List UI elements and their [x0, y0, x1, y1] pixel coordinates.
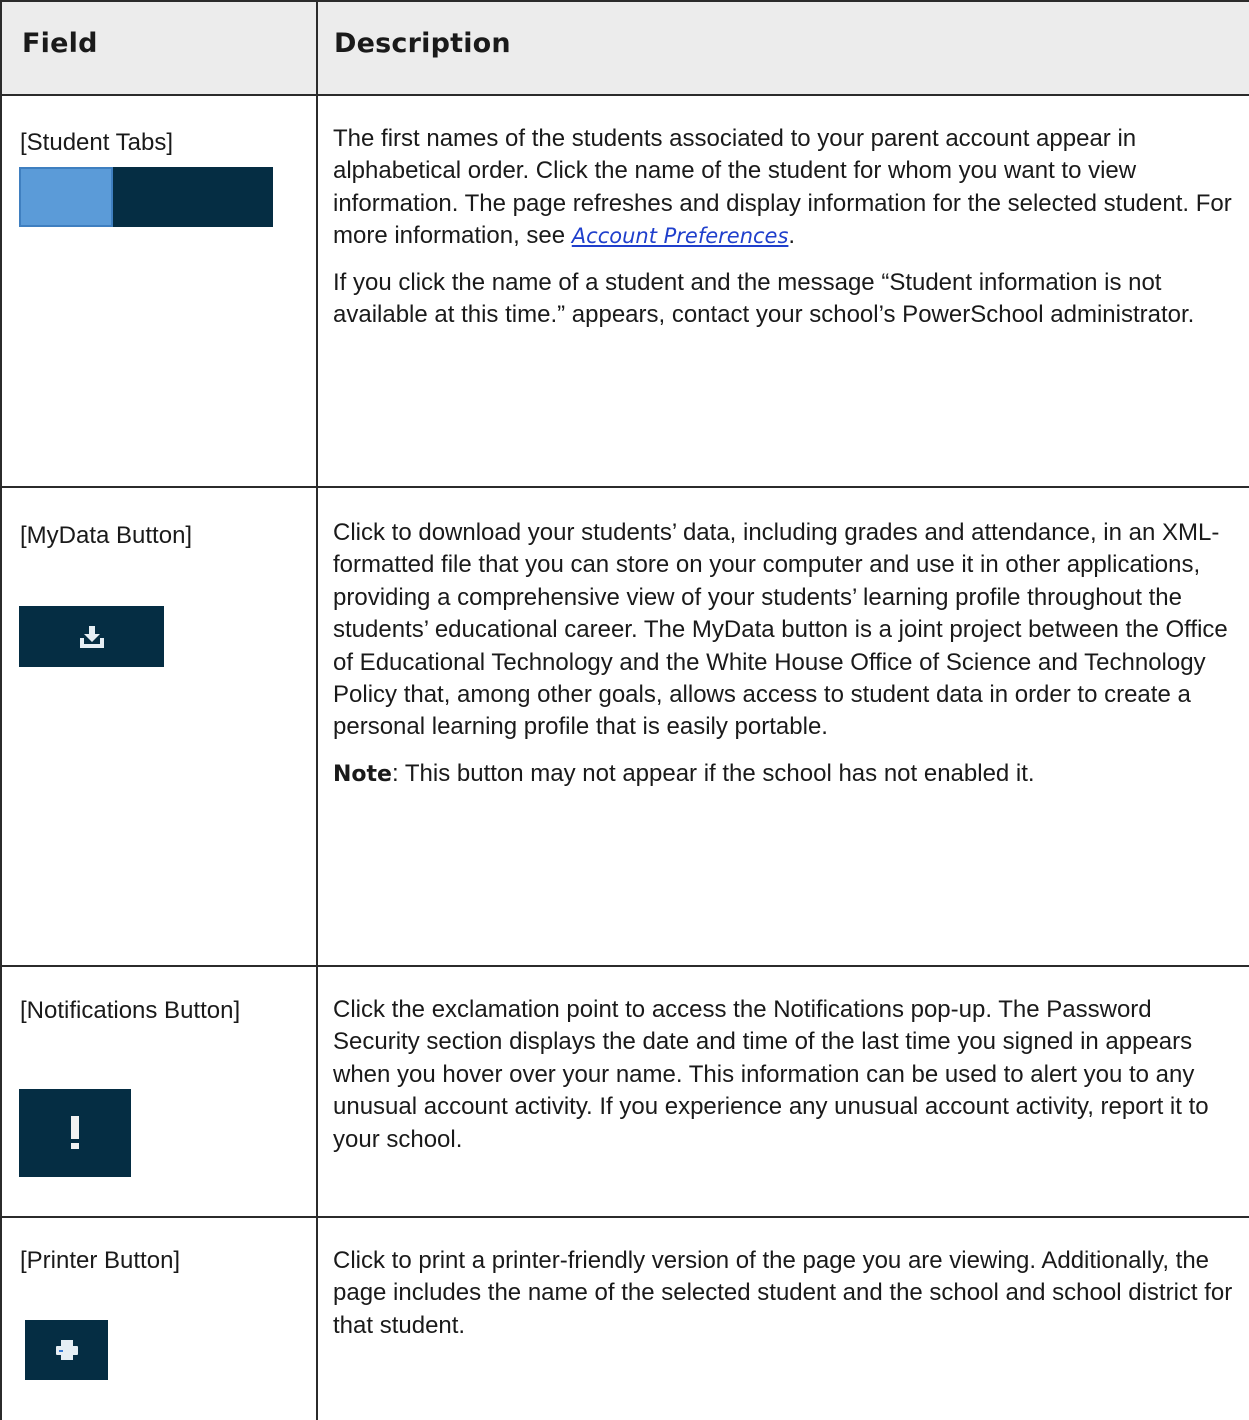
- note-text: : This button may not appear if the scho…: [391, 759, 1035, 787]
- paragraph: Click to print a printer-friendly versio…: [333, 1247, 1233, 1339]
- download-icon: [79, 625, 104, 648]
- field-notifications-button: [Notifications Button]: [20, 997, 241, 1024]
- row-divider: [0, 486, 1249, 488]
- note-paragraph: Note: This button may not appear if the …: [333, 758, 1233, 791]
- mydata-button-thumbnail: [19, 606, 164, 667]
- field-description-table: Field Description [Student Tabs] The fir…: [0, 0, 1249, 1420]
- exclamation-icon: [71, 1116, 79, 1149]
- paragraph: Click to download your students’ data, i…: [333, 519, 1228, 741]
- table-border-top: [0, 0, 1249, 2]
- table-border-left: [0, 0, 2, 1420]
- header-field: Field: [22, 28, 98, 59]
- paragraph: If you click the name of a student and t…: [333, 268, 1195, 329]
- header-description: Description: [334, 28, 511, 59]
- paragraph: The first names of the students associat…: [333, 123, 1233, 253]
- paragraph: Click the exclamation point to access th…: [333, 996, 1209, 1153]
- field-mydata-button: [MyData Button]: [20, 522, 193, 549]
- printer-icon: [55, 1340, 78, 1360]
- note-label: Note: [333, 761, 392, 787]
- description-notifications-button: Click the exclamation point to access th…: [333, 994, 1233, 1156]
- description-mydata-button: Click to download your students’ data, i…: [333, 517, 1233, 791]
- column-divider: [316, 0, 318, 1420]
- table-header: [0, 0, 1249, 94]
- notifications-button-thumbnail: [19, 1089, 131, 1177]
- account-preferences-link[interactable]: Account Preferences: [572, 224, 789, 248]
- row-divider: [0, 965, 1249, 967]
- field-printer-button: [Printer Button]: [20, 1247, 181, 1274]
- row-divider: [0, 1216, 1249, 1218]
- field-student-tabs: [Student Tabs]: [20, 129, 173, 156]
- description-student-tabs: The first names of the students associat…: [333, 123, 1233, 331]
- row-divider: [0, 94, 1249, 96]
- description-printer-button: Click to print a printer-friendly versio…: [333, 1245, 1233, 1342]
- printer-button-thumbnail: [25, 1320, 108, 1380]
- student-tab-active: [19, 167, 113, 227]
- paragraph-text: .: [788, 222, 796, 250]
- student-tabs-thumbnail: [19, 167, 273, 227]
